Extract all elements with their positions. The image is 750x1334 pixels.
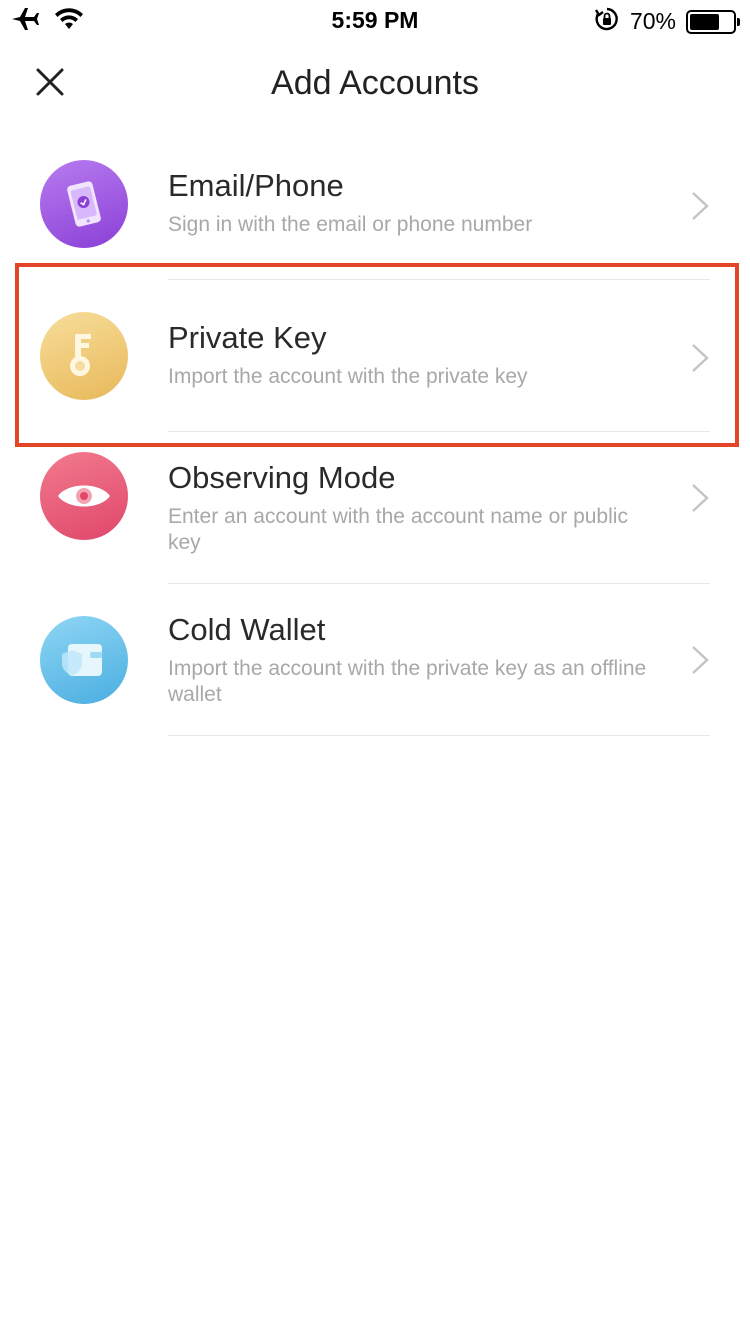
option-title: Observing Mode bbox=[168, 460, 396, 495]
battery-percent: 70% bbox=[629, 8, 676, 34]
row-divider bbox=[168, 735, 710, 736]
nav-bar: Add Accounts bbox=[0, 40, 750, 130]
status-right: 70% bbox=[594, 6, 740, 37]
account-options-list: Email/Phone Sign in with the email or ph… bbox=[0, 128, 750, 736]
chevron-right-icon bbox=[690, 644, 710, 676]
page-title: Add Accounts bbox=[271, 64, 479, 102]
phone-icon bbox=[40, 160, 128, 248]
option-subtitle: Sign in with the email or phone number bbox=[168, 213, 533, 236]
wallet-icon bbox=[40, 616, 128, 704]
option-title: Email/Phone bbox=[168, 168, 344, 203]
rotation-lock-icon bbox=[594, 6, 620, 37]
battery-fill bbox=[690, 13, 720, 30]
battery-icon bbox=[686, 9, 740, 34]
account-option-observing-mode[interactable]: Observing Mode Enter an account with the… bbox=[0, 432, 750, 584]
account-option-private-key[interactable]: Private Key Import the account with the … bbox=[0, 280, 750, 432]
account-option-cold-wallet[interactable]: Cold Wallet Import the account with the … bbox=[0, 584, 750, 736]
account-option-email-phone[interactable]: Email/Phone Sign in with the email or ph… bbox=[0, 128, 750, 280]
option-text: Private Key Import the account with the … bbox=[168, 318, 650, 390]
chevron-right-icon bbox=[690, 342, 710, 374]
eye-icon bbox=[40, 452, 128, 540]
key-icon bbox=[40, 312, 128, 400]
option-text: Observing Mode Enter an account with the… bbox=[168, 458, 650, 556]
option-subtitle: Import the account with the private key … bbox=[168, 657, 647, 706]
option-subtitle: Enter an account with the account name o… bbox=[168, 505, 628, 554]
status-bar: 5:59 PM 70% bbox=[0, 0, 750, 40]
option-text: Email/Phone Sign in with the email or ph… bbox=[168, 166, 650, 238]
option-subtitle: Import the account with the private key bbox=[168, 365, 528, 388]
chevron-right-icon bbox=[690, 190, 710, 222]
chevron-right-icon bbox=[690, 482, 710, 514]
option-title: Private Key bbox=[168, 320, 327, 355]
option-title: Cold Wallet bbox=[168, 612, 326, 647]
option-text: Cold Wallet Import the account with the … bbox=[168, 610, 650, 708]
